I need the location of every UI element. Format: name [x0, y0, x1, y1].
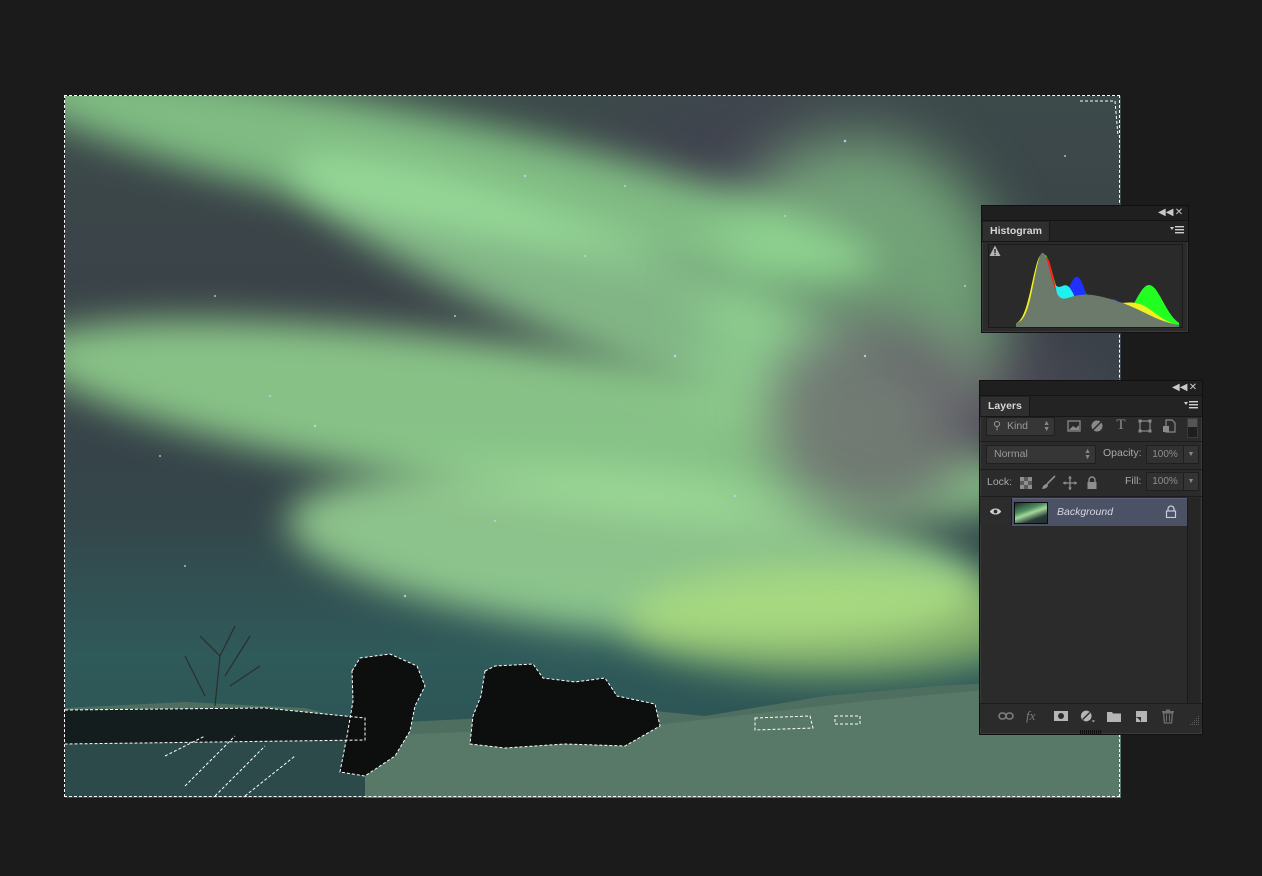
- opacity-slider-dropdown[interactable]: ▼: [1183, 445, 1199, 464]
- histogram-plot: [1016, 252, 1179, 327]
- bare-tree: [184, 625, 261, 707]
- lake: [65, 736, 365, 798]
- lock-image-pixels-icon[interactable]: [1040, 475, 1056, 491]
- resize-grip-icon[interactable]: [1190, 716, 1200, 726]
- histogram-panel: ◀◀ ✕ Histogram: [981, 205, 1189, 333]
- tab-histogram[interactable]: Histogram: [983, 222, 1050, 241]
- new-group-icon[interactable]: [1106, 708, 1122, 724]
- fx-icon[interactable]: fx: [1026, 708, 1042, 724]
- layers-scrollbar[interactable]: [1187, 498, 1200, 713]
- shape-layer-filter-icon[interactable]: [1137, 418, 1153, 434]
- collapse-panel-icon[interactable]: ◀◀: [1172, 382, 1187, 394]
- layer-filter-kind-select[interactable]: ⚲ Kind ▲ ▼: [986, 417, 1055, 436]
- tab-layers[interactable]: Layers: [981, 397, 1030, 416]
- layer-visibility-toggle[interactable]: [980, 498, 1012, 525]
- opacity-label: Opacity:: [1103, 447, 1142, 459]
- close-icon[interactable]: ✕: [1187, 382, 1199, 394]
- layers-footer-toolbar: fx: [980, 703, 1202, 728]
- document-canvas[interactable]: [65, 96, 1121, 798]
- lock-label: Lock:: [987, 476, 1013, 488]
- delete-layer-icon[interactable]: [1160, 708, 1176, 724]
- layer-thumbnail: [1014, 502, 1048, 524]
- layers-panel: ◀◀ ✕ Layers ⚲ Kind ▲ ▼ T Normal ▲ ▼ Opacit…: [979, 380, 1203, 735]
- blend-mode-select[interactable]: Normal ▲ ▼: [986, 445, 1096, 464]
- fill-input[interactable]: 100%: [1146, 472, 1184, 491]
- rock-formation-right: [470, 664, 660, 748]
- select-arrows-icon: ▲ ▼: [1043, 420, 1050, 433]
- lock-position-icon[interactable]: [1062, 475, 1078, 491]
- pixel-layer-filter-icon[interactable]: [1066, 418, 1082, 434]
- layer-locked-icon[interactable]: [1165, 505, 1177, 518]
- new-layer-icon[interactable]: [1133, 708, 1149, 724]
- fill-label: Fill:: [1125, 475, 1142, 487]
- panel-menu-icon[interactable]: [1170, 225, 1184, 235]
- adjustment-layer-filter-icon[interactable]: [1089, 418, 1105, 434]
- layer-row-background[interactable]: Background: [1012, 498, 1187, 526]
- panel-resize-handle[interactable]: [1080, 730, 1102, 734]
- cached-data-warning-icon[interactable]: [989, 245, 1001, 257]
- collapse-panel-icon[interactable]: ◀◀: [1158, 207, 1173, 219]
- search-icon: ⚲: [993, 420, 1002, 432]
- blend-mode-value: Normal: [994, 448, 1028, 460]
- add-mask-icon[interactable]: [1053, 708, 1069, 724]
- select-arrows-icon: ▲ ▼: [1084, 448, 1091, 461]
- filter-toggle-switch[interactable]: [1187, 418, 1198, 438]
- eye-icon: [989, 508, 1002, 515]
- landscape-layer: [65, 100, 1121, 798]
- opacity-input[interactable]: 100%: [1146, 445, 1184, 464]
- panel-titlebar[interactable]: ◀◀ ✕: [982, 206, 1188, 221]
- panel-titlebar[interactable]: ◀◀ ✕: [980, 381, 1202, 396]
- fill-slider-dropdown[interactable]: ▼: [1183, 472, 1199, 491]
- lock-all-icon[interactable]: [1084, 475, 1100, 491]
- smart-object-filter-icon[interactable]: [1161, 418, 1177, 434]
- type-layer-filter-icon[interactable]: T: [1113, 417, 1129, 433]
- link-layers-icon[interactable]: [998, 708, 1014, 724]
- lock-transparent-pixels-icon[interactable]: [1018, 475, 1034, 491]
- histogram-graph: [988, 244, 1183, 328]
- filter-kind-value: Kind: [1007, 420, 1029, 432]
- layer-name[interactable]: Background: [1057, 506, 1113, 518]
- adjustment-layer-icon[interactable]: [1080, 708, 1096, 724]
- close-icon[interactable]: ✕: [1173, 207, 1185, 219]
- panel-menu-icon[interactable]: [1184, 400, 1198, 410]
- stars: [159, 139, 1066, 598]
